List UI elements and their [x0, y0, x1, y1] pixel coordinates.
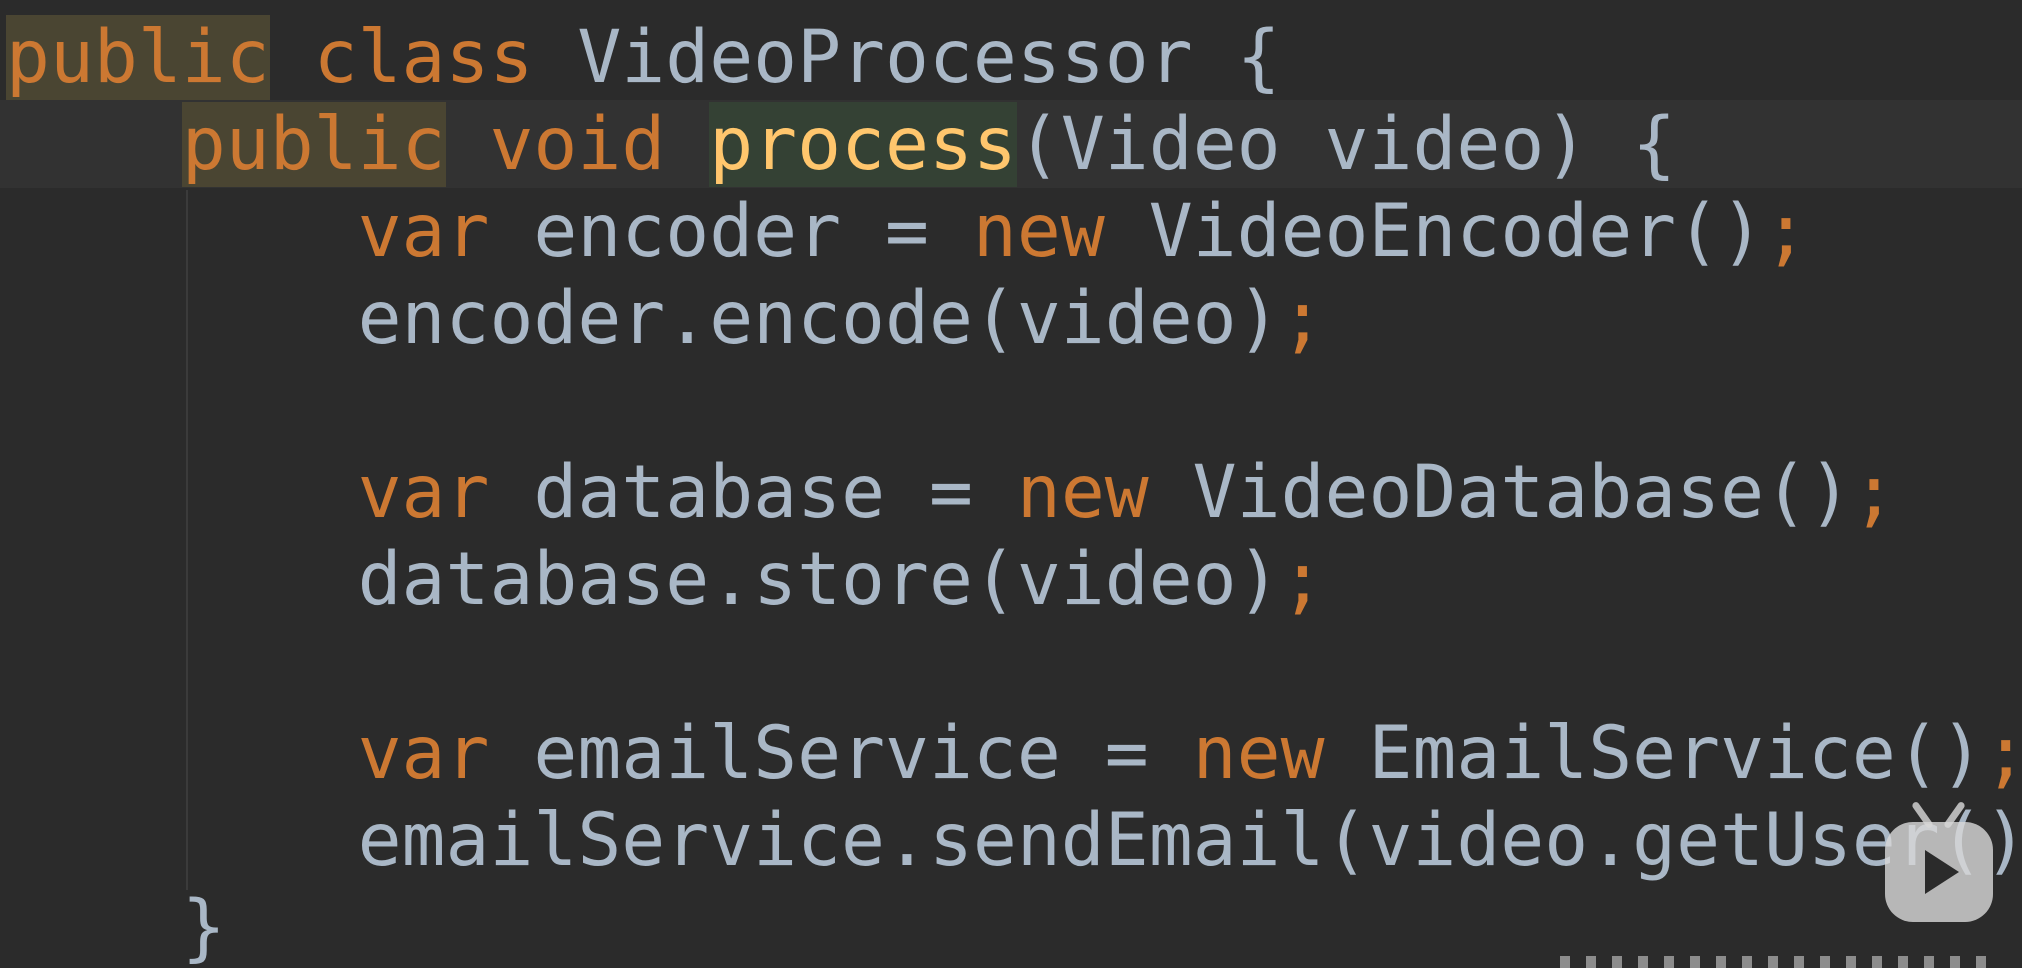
code-line[interactable]: }: [6, 884, 226, 968]
code-token: ;: [1280, 276, 1325, 361]
code-token: encoder.encode(video): [6, 276, 1281, 361]
code-token: new: [972, 189, 1105, 274]
code-token: var: [357, 450, 490, 535]
code-token: new: [1192, 711, 1325, 796]
code-line[interactable]: public void process(Video video) {: [6, 101, 1676, 189]
watermark-strip: [1560, 956, 2000, 968]
code-line[interactable]: var database = new VideoDatabase();: [6, 449, 1896, 537]
play-icon: [1925, 850, 1959, 894]
code-token: EmailService(): [1324, 711, 1984, 796]
code-line[interactable]: var encoder = new VideoEncoder();: [6, 188, 1808, 276]
code-token: VideoEncoder(): [1104, 189, 1765, 274]
code-line[interactable]: database.store(video);: [6, 536, 1325, 624]
code-token: database.store(video): [6, 537, 1281, 622]
code-token: var: [357, 711, 490, 796]
code-token: (Video video) {: [1016, 102, 1677, 187]
code-line[interactable]: emailService.sendEmail(video.getUser(): [6, 797, 2022, 885]
code-line[interactable]: encoder.encode(video);: [6, 275, 1325, 363]
code-token: emailService =: [489, 711, 1193, 796]
code-token: ;: [1984, 711, 2022, 796]
code-token: database =: [489, 450, 1017, 535]
code-token: ;: [1851, 450, 1896, 535]
code-token: class: [313, 15, 534, 100]
code-token: ;: [1280, 537, 1325, 622]
code-token: emailService.sendEmail(video.getUser(): [6, 798, 2022, 883]
code-line[interactable]: public class VideoProcessor {: [6, 14, 1281, 102]
code-token: }: [6, 885, 226, 968]
code-token: encoder =: [489, 189, 973, 274]
code-editor[interactable]: public class VideoProcessor { public voi…: [0, 0, 2022, 968]
code-token: process: [709, 102, 1017, 187]
code-token: public: [6, 15, 270, 100]
code-token: void: [489, 102, 666, 187]
code-token: var: [357, 189, 490, 274]
code-token: ;: [1764, 189, 1808, 274]
code-token: public: [181, 102, 446, 187]
code-token: VideoProcessor {: [533, 15, 1281, 100]
video-play-button[interactable]: [1885, 800, 1993, 922]
code-token: VideoDatabase(): [1148, 450, 1852, 535]
code-line[interactable]: var emailService = new EmailService();: [6, 710, 2022, 798]
code-token: new: [1016, 450, 1149, 535]
